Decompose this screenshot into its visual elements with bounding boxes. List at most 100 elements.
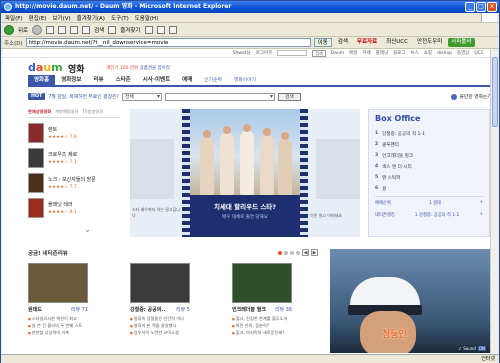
tab-preview-event[interactable]: 시사·이벤트 xyxy=(137,75,176,85)
cs-link[interactable]: 불만한 영화는? xyxy=(451,93,490,100)
review-line[interactable]: 마린 안의, 증분히? xyxy=(232,323,292,330)
tab-coming-soon[interactable]: 개봉예정영화 xyxy=(55,109,78,115)
safe-helper-button[interactable]: 안전도우미 xyxy=(414,38,445,47)
list-item[interactable]: 플래닛 테러 ★★★★☆ 8.1 xyxy=(28,198,120,218)
tab-starzone[interactable]: 스타존 xyxy=(110,75,137,85)
tab-tv-movies[interactable]: TV방영영화 xyxy=(82,109,103,115)
back-arrow-icon[interactable] xyxy=(4,24,14,35)
banner-title[interactable]: 치세대 할리우드 스타? xyxy=(190,201,300,211)
list-item[interactable]: 크로우즈 제로 ★★★★☆ 7.1 xyxy=(28,148,120,168)
review-movie-title[interactable]: 인크레더블 헐크 xyxy=(232,306,266,313)
mail-icon[interactable] xyxy=(156,25,165,34)
tab-movie-story[interactable]: 영화이야기 xyxy=(228,75,262,85)
favorites-label[interactable]: 즐겨찾기 xyxy=(120,26,140,34)
search-label[interactable]: 검색 xyxy=(94,26,104,34)
toolbar-search-button[interactable]: 검색 xyxy=(335,38,351,47)
address-input[interactable]: http://movie.daum.net/?t__nil_downservic… xyxy=(25,38,311,47)
feature-banner[interactable]: 스타 배우까지 아는 밀고답니다 이런 밀고 어떠세요 치세대 할리우드 스타?… xyxy=(130,109,360,237)
sound-toggle[interactable]: ♪ Sound ON xyxy=(459,346,486,351)
banner-side-right[interactable] xyxy=(316,139,360,199)
minimize-button[interactable]: _ xyxy=(465,2,475,12)
list-item[interactable]: 5맨 스탁퍼 xyxy=(375,172,483,183)
search-icon[interactable] xyxy=(82,25,91,34)
list-item[interactable]: 1 강철중: 공공의 적 1-1 xyxy=(375,128,483,139)
top-link-mail[interactable]: 메일 xyxy=(349,50,357,56)
tab-movie-home[interactable]: 영화홈 xyxy=(28,75,56,85)
search-query-select[interactable] xyxy=(164,92,275,101)
movie-poster[interactable] xyxy=(28,148,44,168)
movie-title[interactable]: 노크 : 보신자들의 방문 xyxy=(48,176,96,183)
prev-arrow-icon[interactable]: ◀ xyxy=(302,249,309,256)
top-link-planet[interactable]: 플래닛 xyxy=(376,50,388,56)
review-thumbnail[interactable] xyxy=(28,263,88,303)
list-item[interactable]: 4 섹스 앤 더 시티 xyxy=(375,161,483,172)
movie-title[interactable]: 플래닛 테러 xyxy=(48,201,77,208)
top-link-news[interactable]: 뉴스 xyxy=(411,50,419,56)
booking-rank[interactable]: 예매순위 1 원데 + xyxy=(375,196,483,206)
top-link-shopping[interactable]: 쇼핑 xyxy=(424,50,432,56)
box-office-title[interactable]: Box Office xyxy=(375,114,483,123)
top-link-video[interactable]: 동영상 xyxy=(457,50,469,56)
top-link-dishop[interactable]: dishop xyxy=(437,51,452,56)
ucc-button[interactable]: 최신UCC xyxy=(383,38,411,47)
list-item[interactable]: 렌트 ★★★★☆ 7.8 xyxy=(28,123,120,143)
top-link-user[interactable]: Shwat님 xyxy=(233,50,251,56)
vertical-scrollbar[interactable] xyxy=(490,49,498,354)
forward-arrow-icon[interactable] xyxy=(32,24,43,35)
list-item[interactable]: 6걸 xyxy=(375,183,483,194)
scrollbar-thumb[interactable] xyxy=(492,57,498,127)
movie-poster[interactable] xyxy=(28,123,44,143)
tab-movie-info[interactable]: 영화정보 xyxy=(55,75,87,85)
review-line[interactable]: 만만찮 상상력의 기축 xyxy=(28,330,88,337)
menu-view[interactable]: 보기(V) xyxy=(52,14,70,22)
top-search-button[interactable]: 검색 xyxy=(312,49,326,57)
search-button[interactable]: 검색 xyxy=(277,92,301,101)
chevron-down-icon[interactable]: ⌄ xyxy=(84,225,91,234)
favorites-star-icon[interactable] xyxy=(108,25,117,34)
home-icon[interactable] xyxy=(70,25,79,34)
review-section-title[interactable]: 궁금! 네티즌리뷰 xyxy=(28,249,68,257)
review-line[interactable]: 헐크, 마지막의 새로운진짜? xyxy=(232,330,292,337)
tab-popular[interactable]: 인기순위 xyxy=(198,75,228,85)
stop-icon[interactable] xyxy=(46,25,55,34)
video-player[interactable]: 청둥인 ♪ Sound ON xyxy=(330,249,490,353)
list-item[interactable]: 노크 : 보신자들의 방문 ★★★★☆ 7.7 xyxy=(28,173,120,193)
page-dot[interactable] xyxy=(296,250,300,255)
window-titlebar[interactable]: http://movie.daum.net/ - Daum 영화 - Micro… xyxy=(1,1,499,13)
menu-favorites[interactable]: 즐겨찾기(A) xyxy=(77,14,105,22)
plus-icon[interactable]: + xyxy=(479,212,483,218)
section-title[interactable]: 영화 xyxy=(68,62,85,75)
tab-review[interactable]: 리뷰 xyxy=(87,75,109,85)
top-link-daum[interactable]: Daum xyxy=(331,51,344,56)
review-thumbnail[interactable] xyxy=(130,263,190,303)
tab-now-showing[interactable]: 현재상영영화 xyxy=(28,109,51,115)
menu-edit[interactable]: 편집(E) xyxy=(29,14,47,22)
top-link-ucc[interactable]: UCC xyxy=(474,51,484,56)
movie-poster[interactable] xyxy=(28,198,44,218)
next-arrow-icon[interactable]: ▶ xyxy=(311,249,318,256)
free-download-button[interactable]: 무료자료 xyxy=(354,38,380,47)
page-dot[interactable] xyxy=(284,250,288,255)
review-movie-title[interactable]: 원데드 xyxy=(28,306,42,313)
review-line[interactable]: 날 쓴 건 콜러의 두 번째 스토 xyxy=(28,323,88,330)
list-item[interactable]: 2 쿵푸팬더 xyxy=(375,139,483,150)
safari-toolbar-button[interactable]: 사파툴바 xyxy=(448,38,475,47)
plus-icon[interactable]: + xyxy=(479,200,483,206)
go-button[interactable]: 이동 xyxy=(313,38,332,47)
movie-poster[interactable] xyxy=(28,173,44,193)
daum-logo[interactable]: daum xyxy=(28,61,63,74)
close-button[interactable]: × xyxy=(487,2,497,12)
netizen-rank[interactable]: 네티즌랭킹 1 강철중: 공공의 적 1-1 + xyxy=(375,212,483,218)
review-movie-title[interactable]: 강철중: 공공의.. xyxy=(130,306,165,313)
review-thumbnail[interactable] xyxy=(232,263,292,303)
banner-side-left[interactable] xyxy=(130,139,174,199)
review-line[interactable]: 스타일리시한 액션이 최고 xyxy=(28,316,88,323)
refresh-icon[interactable] xyxy=(58,25,67,34)
tab-booking[interactable]: 예매 xyxy=(176,75,198,85)
history-icon[interactable] xyxy=(144,25,153,34)
review-card[interactable]: 인크레더블 헐크 리뷰 36 헐크, 진정한 한계를 볼무도어 마린 안의, 증분… xyxy=(232,263,292,337)
back-label[interactable]: 뒤로 xyxy=(18,26,28,34)
movie-title[interactable]: 렌트 xyxy=(48,126,77,133)
hot-text[interactable]: 7월 한일, 목해하면 무료인 결정은? xyxy=(48,93,119,100)
top-search-input[interactable] xyxy=(277,50,308,56)
